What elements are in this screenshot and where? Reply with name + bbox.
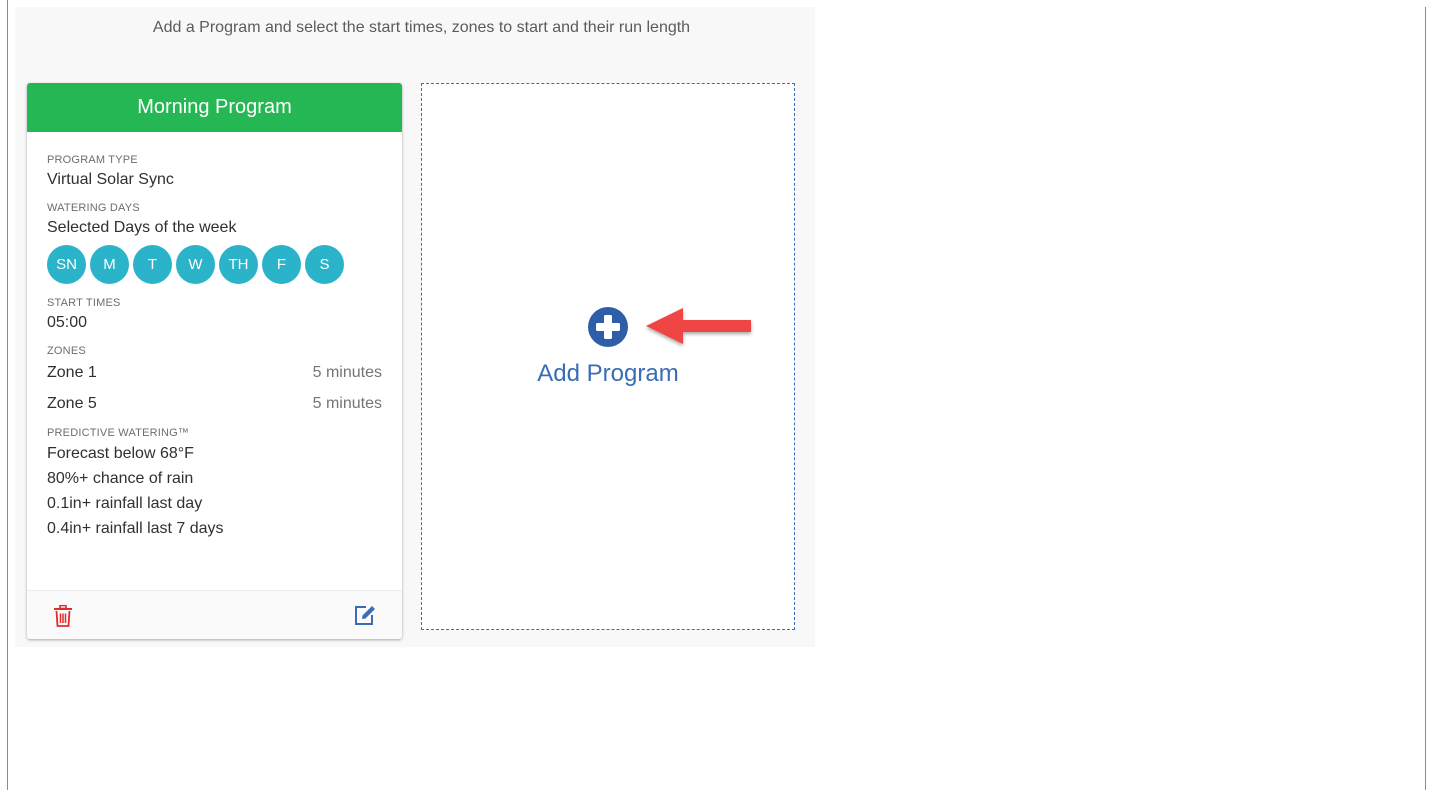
add-program-button[interactable]: Add Program — [421, 83, 795, 630]
zones-section: ZONES Zone 1 5 minutes Zone 5 5 minutes — [47, 345, 382, 417]
plus-circle-icon — [588, 307, 628, 347]
program-title: Morning Program — [27, 83, 402, 132]
day-friday: F — [262, 245, 301, 284]
predictive-watering-label: PREDICTIVE WATERING™ — [47, 427, 190, 439]
watering-days-value: Selected Days of the week — [47, 219, 237, 236]
start-times-section: START TIMES 05:00 — [47, 297, 382, 332]
predictive-rule: 0.4in+ rainfall last 7 days — [47, 520, 224, 537]
program-type-section: PROGRAM TYPE Virtual Solar Sync — [47, 154, 382, 189]
predictive-watering-section: PREDICTIVE WATERING™ Forecast below 68°F… — [47, 427, 382, 541]
zone-row: Zone 5 5 minutes — [47, 390, 382, 417]
program-type-label: PROGRAM TYPE — [47, 154, 138, 166]
zone-row: Zone 1 5 minutes — [47, 359, 382, 386]
program-card: Morning Program PROGRAM TYPE Virtual Sol… — [27, 83, 402, 639]
zone-name: Zone 5 — [47, 394, 97, 412]
watering-days-label: WATERING DAYS — [47, 202, 140, 214]
predictive-rule: Forecast below 68°F — [47, 445, 194, 462]
start-time-value: 05:00 — [47, 314, 88, 331]
day-saturday: S — [305, 245, 344, 284]
program-type-value: Virtual Solar Sync — [47, 171, 174, 188]
window-frame-right — [1425, 7, 1426, 790]
day-sunday: SN — [47, 245, 86, 284]
edit-icon[interactable] — [353, 604, 377, 626]
red-arrow-icon — [646, 308, 751, 344]
day-thursday: TH — [219, 245, 258, 284]
zone-name: Zone 1 — [47, 363, 97, 381]
predictive-rule: 80%+ chance of rain — [47, 470, 194, 487]
page-subtitle: Add a Program and select the start times… — [152, 19, 691, 36]
predictive-rule: 0.1in+ rainfall last day — [47, 495, 203, 512]
zones-label: ZONES — [47, 345, 86, 357]
start-times-label: START TIMES — [47, 297, 121, 309]
zone-duration: 5 minutes — [312, 394, 382, 412]
day-monday: M — [90, 245, 129, 284]
program-details: PROGRAM TYPE Virtual Solar Sync WATERING… — [27, 132, 402, 562]
add-program-label: Add Program — [537, 360, 679, 387]
watering-days-section: WATERING DAYS Selected Days of the week … — [47, 202, 382, 284]
day-tuesday: T — [133, 245, 172, 284]
card-footer — [27, 590, 402, 639]
window-frame-left — [7, 0, 8, 790]
day-selector: SN M T W TH F S — [47, 245, 382, 284]
zone-duration: 5 minutes — [312, 363, 382, 381]
trash-icon[interactable] — [53, 605, 73, 627]
day-wednesday: W — [176, 245, 215, 284]
